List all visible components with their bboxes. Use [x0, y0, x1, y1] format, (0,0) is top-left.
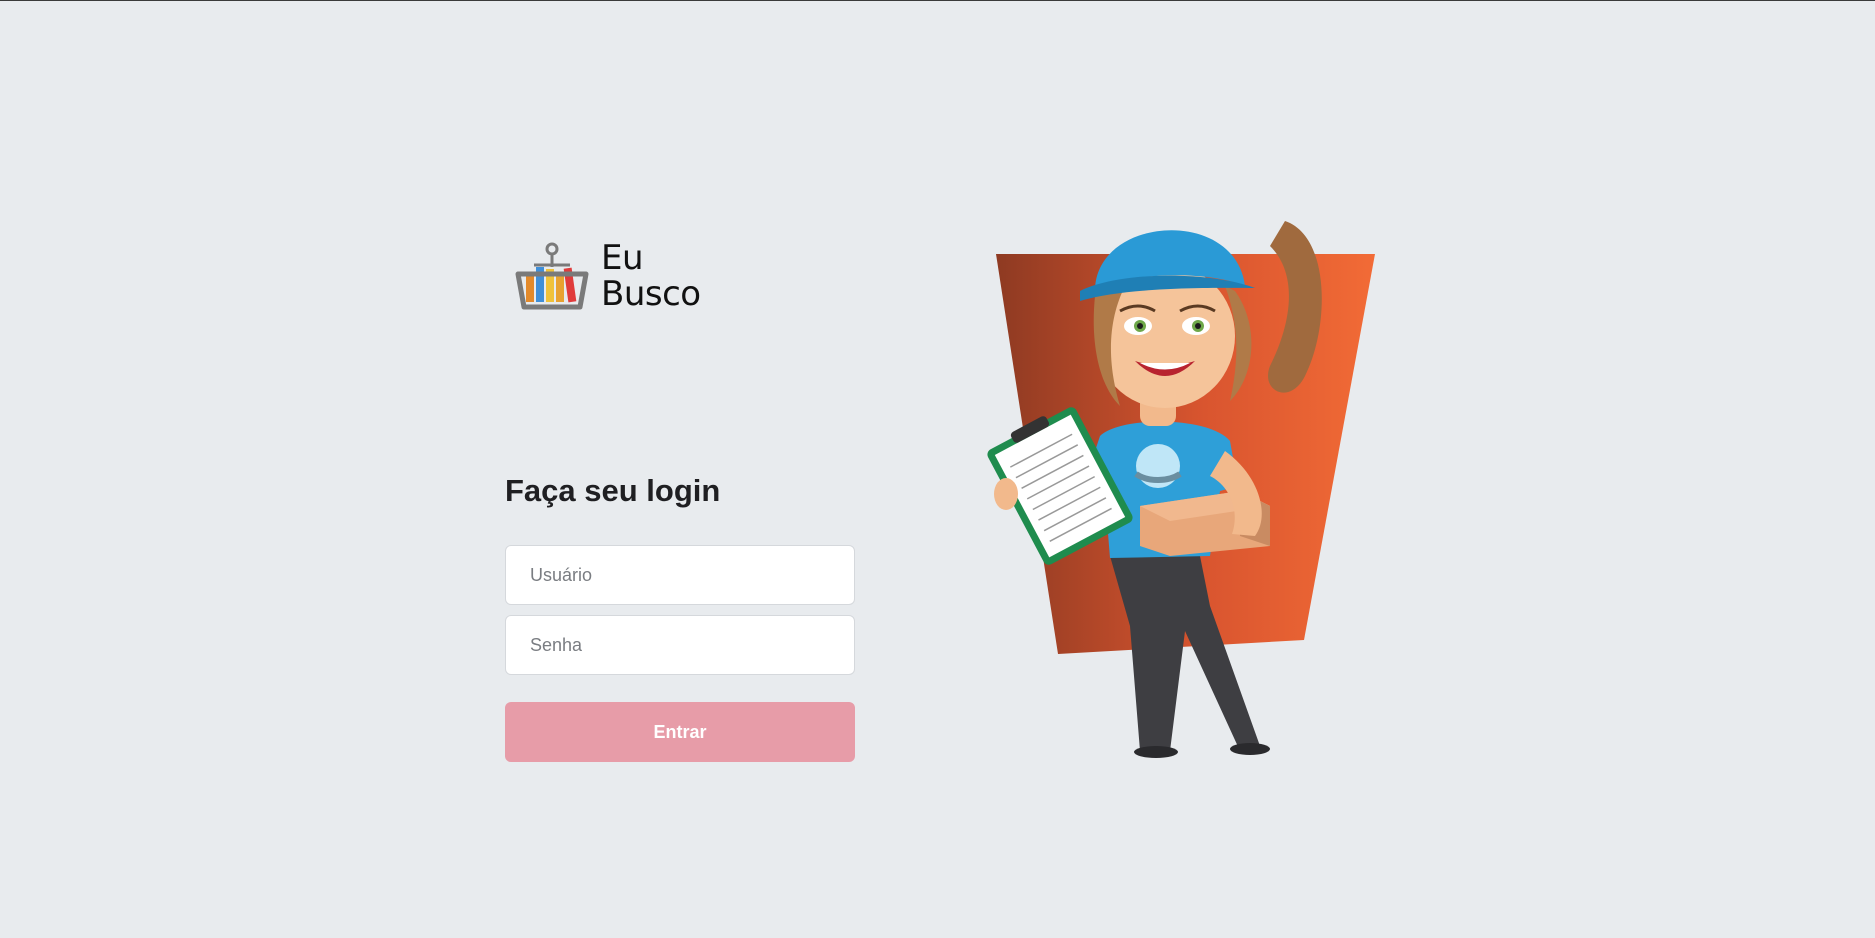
shopping-basket-icon: [515, 242, 589, 310]
login-title: Faça seu login: [505, 473, 721, 508]
password-input[interactable]: [505, 615, 855, 675]
delivery-woman-illustration: [987, 221, 1375, 758]
brand-logo: Eu Busco: [512, 239, 701, 313]
login-button[interactable]: Entrar: [505, 702, 855, 762]
brand-name-line2: Busco: [601, 274, 701, 314]
username-input[interactable]: [505, 545, 855, 605]
brand-name-line1: Eu: [601, 238, 644, 278]
brand-name: Eu Busco: [601, 240, 701, 312]
